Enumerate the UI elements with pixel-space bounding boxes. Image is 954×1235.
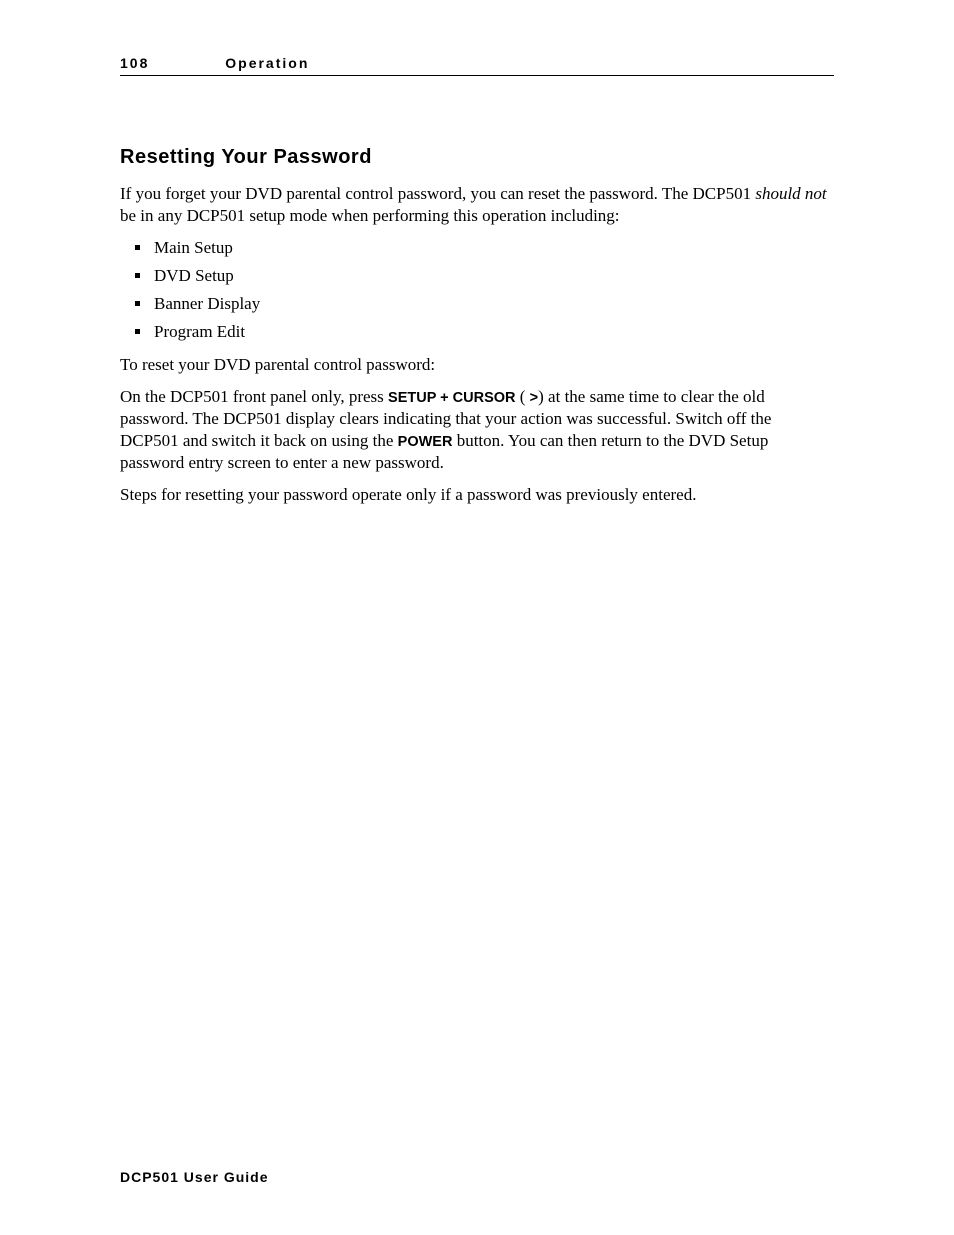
key-combo: SETUP + CURSOR: [388, 390, 515, 406]
document-page: 108 Operation Resetting Your Password If…: [0, 0, 954, 1235]
reset-intro-line: To reset your DVD parental control passw…: [120, 354, 834, 376]
reset-instructions: On the DCP501 front panel only, press SE…: [120, 386, 834, 474]
intro-italic: should not: [755, 184, 826, 203]
list-item: Program Edit: [152, 321, 834, 343]
list-item: Main Setup: [152, 237, 834, 259]
page-footer: DCP501 User Guide: [120, 1169, 269, 1185]
text: (: [516, 387, 530, 406]
page-number: 108: [120, 55, 149, 71]
text: On the DCP501 front panel only, press: [120, 387, 388, 406]
list-item: Banner Display: [152, 293, 834, 315]
intro-text-1: If you forget your DVD parental control …: [120, 184, 755, 203]
key-power: POWER: [398, 434, 453, 450]
page-header: 108 Operation: [120, 55, 834, 76]
key-symbol: >: [530, 390, 538, 406]
mode-list: Main Setup DVD Setup Banner Display Prog…: [120, 237, 834, 343]
section-title: Resetting Your Password: [120, 146, 834, 169]
intro-text-2: be in any DCP501 setup mode when perform…: [120, 206, 620, 225]
note-paragraph: Steps for resetting your password operat…: [120, 484, 834, 506]
header-section: Operation: [225, 55, 309, 71]
intro-paragraph: If you forget your DVD parental control …: [120, 183, 834, 227]
list-item: DVD Setup: [152, 265, 834, 287]
